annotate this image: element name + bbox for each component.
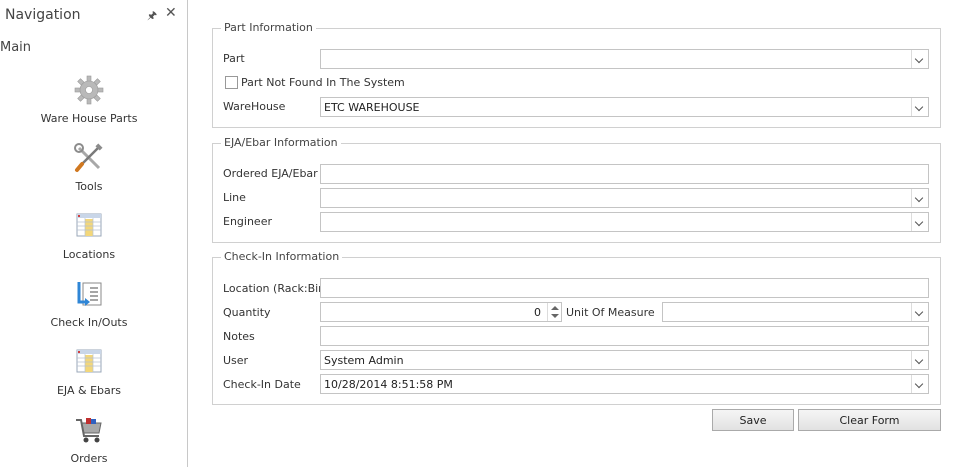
user-label: User (223, 354, 249, 367)
unit-of-measure-select[interactable] (662, 302, 929, 322)
line-select[interactable] (320, 188, 929, 208)
navigation-title: Navigation (5, 7, 81, 23)
notes-label: Notes (223, 330, 255, 343)
check-in-date-label: Check-In Date (223, 378, 301, 391)
engineer-select[interactable] (320, 212, 929, 232)
nav-item-warehouse-parts[interactable]: Ware House Parts (0, 74, 178, 136)
chevron-down-icon[interactable] (911, 213, 928, 231)
nav-item-locations[interactable]: Locations (0, 210, 178, 272)
part-information-group: Part Information Part Part Not Found In … (212, 21, 941, 128)
location-input[interactable] (320, 278, 929, 298)
check-in-date-value: 10/28/2014 8:51:58 PM (324, 378, 453, 391)
nav-item-check-in-outs[interactable]: Check In/Outs (0, 278, 178, 340)
navigation-pane: Navigation 🖈 ✕ Main Ware House Parts Too… (0, 0, 188, 467)
location-label: Location (Rack:Bin) (223, 282, 330, 295)
part-select[interactable] (320, 49, 929, 69)
quantity-value: 0 (534, 306, 541, 319)
tools-icon (74, 143, 103, 172)
part-not-found-label[interactable]: Part Not Found In The System (241, 76, 405, 89)
quantity-label: Quantity (223, 306, 271, 319)
grid-table-icon (76, 213, 102, 237)
engineer-label: Engineer (223, 215, 272, 228)
warehouse-value: ETC WAREHOUSE (324, 101, 420, 114)
grid-table-icon (76, 349, 102, 373)
ordered-eja-label: Ordered EJA/Ebar (223, 167, 318, 180)
group-title: Check-In Information (221, 250, 343, 263)
group-title: Part Information (221, 21, 316, 34)
save-button[interactable]: Save (712, 409, 794, 431)
check-in-out-icon (77, 282, 102, 306)
part-not-found-checkbox[interactable] (225, 76, 238, 89)
chevron-down-icon[interactable] (911, 375, 928, 393)
check-in-date-picker[interactable]: 10/28/2014 8:51:58 PM (320, 374, 929, 394)
chevron-down-icon[interactable] (911, 98, 928, 116)
eja-ebar-information-group: EJA/Ebar Information Ordered EJA/Ebar Li… (212, 136, 941, 243)
nav-item-label: Locations (62, 248, 116, 261)
notes-input[interactable] (320, 326, 929, 346)
chevron-down-icon[interactable] (911, 189, 928, 207)
nav-item-label: Ware House Parts (40, 112, 138, 125)
check-in-information-group: Check-In Information Location (Rack:Bin)… (212, 250, 941, 405)
nav-item-label: Tools (75, 180, 103, 193)
user-value: System Admin (324, 354, 404, 367)
clear-form-button[interactable]: Clear Form (798, 409, 941, 431)
user-select[interactable]: System Admin (320, 350, 929, 370)
nav-item-label: EJA & Ebars (56, 384, 122, 397)
pin-icon[interactable]: 🖈 (147, 7, 157, 26)
line-label: Line (223, 191, 246, 204)
quantity-stepper[interactable]: 0 (320, 302, 562, 322)
ordered-eja-input[interactable] (320, 164, 929, 184)
warehouse-select[interactable]: ETC WAREHOUSE (320, 97, 929, 117)
part-label: Part (223, 52, 245, 65)
chevron-down-icon[interactable] (911, 50, 928, 68)
group-title: EJA/Ebar Information (221, 136, 341, 149)
unit-of-measure-label: Unit Of Measure (566, 306, 655, 319)
shopping-cart-icon (76, 418, 102, 443)
nav-item-label: Check In/Outs (50, 316, 128, 329)
gear-icon (74, 75, 104, 105)
nav-item-eja-ebars[interactable]: EJA & Ebars (0, 346, 178, 408)
warehouse-label: WareHouse (223, 100, 286, 113)
close-icon[interactable]: ✕ (165, 5, 177, 21)
nav-item-tools[interactable]: Tools (0, 142, 178, 204)
nav-item-label: Orders (70, 452, 108, 465)
spinner-icon[interactable] (547, 303, 561, 321)
chevron-down-icon[interactable] (911, 351, 928, 369)
nav-group-main[interactable]: Main (0, 40, 31, 55)
chevron-down-icon[interactable] (911, 303, 928, 321)
